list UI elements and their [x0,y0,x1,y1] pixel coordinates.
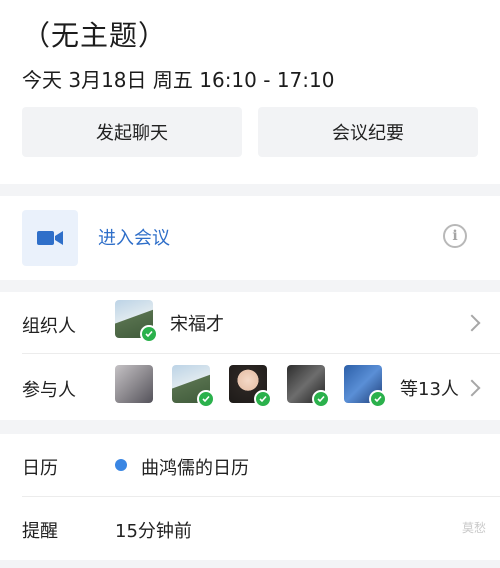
calendar-label: 日历 [22,458,58,479]
accepted-check-icon [197,390,215,408]
section-separator [0,280,500,292]
participants-label: 参与人 [22,380,76,401]
chevron-right-icon [463,379,481,397]
calendar-color-dot [115,459,127,471]
calendar-row[interactable]: 日历 曲鸿儒的日历 [0,434,500,496]
accepted-check-icon [369,390,387,408]
meeting-minutes-button[interactable]: 会议纪要 [258,107,478,157]
join-meeting-row[interactable]: 进入会议 i [0,196,500,278]
accepted-check-icon [312,390,330,408]
info-icon[interactable]: i [443,224,467,248]
avatar [229,365,272,408]
video-camera-icon[interactable] [22,210,78,266]
action-bar: 发起聊天 会议纪要 [22,107,478,157]
participants-count: 等13人 [400,379,459,400]
reminder-value: 15分钟前 [115,521,192,542]
section-separator [0,420,500,434]
event-title: （无主题） [22,19,168,52]
accepted-check-icon [140,325,158,343]
section-separator [0,560,500,568]
section-separator [0,184,500,196]
organizer-label: 组织人 [22,316,76,337]
avatar [172,365,215,408]
reminder-row[interactable]: 提醒 15分钟前 莫愁 [0,497,500,559]
avatar [115,300,158,343]
avatar [287,365,330,408]
accepted-check-icon [254,390,272,408]
avatar [115,365,153,403]
organizer-row[interactable]: 组织人 宋福才 [0,292,500,352]
start-chat-button[interactable]: 发起聊天 [22,107,242,157]
participants-row[interactable]: 参与人 等13人 [0,354,500,418]
avatar [344,365,387,408]
calendar-name: 曲鸿儒的日历 [141,458,249,479]
organizer-name: 宋福才 [170,314,224,335]
event-datetime: 今天 3月18日 周五 16:10 - 17:10 [22,68,335,92]
reminder-label: 提醒 [22,521,58,542]
watermark: 莫愁 [461,521,486,535]
join-meeting-link[interactable]: 进入会议 [98,224,170,250]
chevron-right-icon [463,314,481,332]
